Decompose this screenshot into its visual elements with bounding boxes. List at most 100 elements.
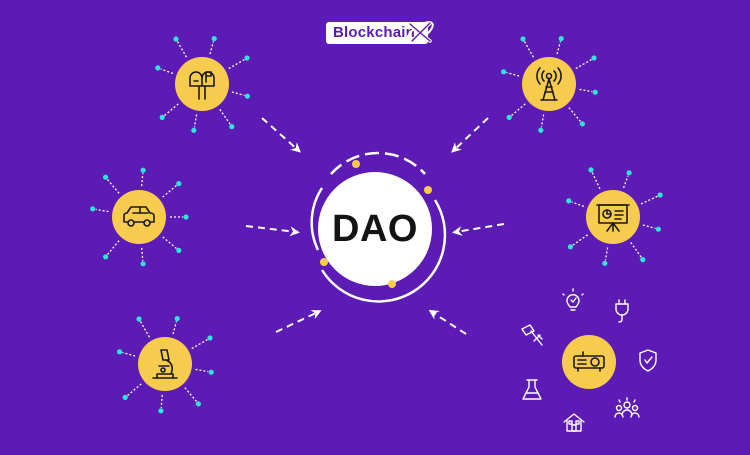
node-ray-dot [155,65,161,71]
node-ray-dot [520,36,526,42]
node-ray-dot [657,192,663,198]
node-ray [172,321,178,335]
node-ray-dot [122,394,128,400]
node-ray [184,387,197,402]
dao-hub-label: DAO [332,208,418,250]
node-ray-dot [558,36,564,42]
node-ray-dot [90,206,96,212]
node-ray [622,175,629,189]
node-ray-dot [176,247,182,253]
node-ray-dot [103,174,109,180]
x-orbit-logo-icon [406,21,434,43]
dao-diagram: Blockchain DAO [0,0,750,450]
node-ray [193,114,198,128]
arrow-projector-to-hub [428,309,467,335]
node-ray-dot [501,69,507,75]
node-ray [164,103,179,116]
node-ray [176,41,188,58]
node-ray-dot [158,408,164,414]
flask-icon [522,379,542,400]
node-ray [604,247,609,261]
node-ray [209,41,215,55]
node-ray [572,234,588,246]
node-ray [191,338,208,350]
arrow-car-to-hub [245,225,300,237]
node-ray [195,368,209,373]
node-ray-dot [159,114,165,120]
node-ray [219,109,231,125]
node-ray [575,58,592,70]
node-ray [556,41,562,55]
node-ray [523,41,535,58]
node-ray [511,103,526,116]
node-ray [107,179,120,194]
node-ray-dot [140,167,146,173]
node-ray-dot [640,257,646,263]
arrow-mailbox-to-hub [261,117,301,153]
node-ray-dot [195,401,201,407]
hub-orbit-ring [330,151,426,175]
plug-icon [615,299,629,323]
arrow-microscope-to-hub [275,310,322,333]
node-ray-dot [191,127,197,133]
node-ray [506,71,520,77]
node-ray [579,88,593,93]
node-car [90,167,189,267]
house-icon [563,413,585,432]
node-ray [160,394,163,408]
node-ray-dot [174,316,180,322]
node-ray-dot [244,93,250,99]
node-ray-dot [567,244,573,250]
node-ray [141,173,144,187]
node-ray-dot [208,369,214,375]
node-ray-dot [103,254,109,260]
node-ray-dot [229,124,235,130]
node-ray [139,321,151,338]
node-ray-dot [588,167,594,173]
node-ray-dot [506,114,512,120]
node-ray-dot [244,55,250,61]
node-projector [562,335,616,389]
node-mailbox [155,36,250,133]
shield-check-icon [639,349,657,372]
node-microscope [117,316,214,414]
node-ray [591,172,601,190]
node-ray [642,224,656,230]
node-ray-dot [655,226,661,232]
hub-orbit-dot [352,160,360,168]
node-ray [141,247,144,261]
node-ray-dot [579,121,585,127]
node-presentation [566,167,663,266]
node-ray-dot [211,36,217,42]
node-ray-dot [602,260,608,266]
node-ray [162,236,177,249]
arrow-presentation-to-hub [452,223,505,236]
node-ray [630,242,642,258]
node-ray-dot [207,335,213,341]
node-ray [231,91,245,97]
node-ray [95,208,109,213]
node-ray [162,185,177,198]
node-ray [107,240,120,255]
node-ray-dot [626,170,632,176]
node-ray-dot [117,349,123,355]
node-ray [228,58,245,70]
node-ray-dot [140,261,146,267]
lightbulb-icon [562,288,584,311]
node-ray-dot [136,316,142,322]
node-ray-dot [176,181,182,187]
node-ray [122,351,136,357]
node-ray-dot [173,36,179,42]
team-icon [614,397,640,418]
node-ray-dot [538,127,544,133]
node-ray-dot [566,198,572,204]
node-tower [501,36,598,133]
node-ray [571,201,585,208]
hammer-icon [521,324,543,346]
node-ray-dot [591,55,597,61]
node-ray [160,68,174,75]
node-ray [127,383,142,396]
arrow-tower-to-hub [451,117,489,153]
node-ray-dot [592,89,598,95]
node-ray [640,195,658,205]
